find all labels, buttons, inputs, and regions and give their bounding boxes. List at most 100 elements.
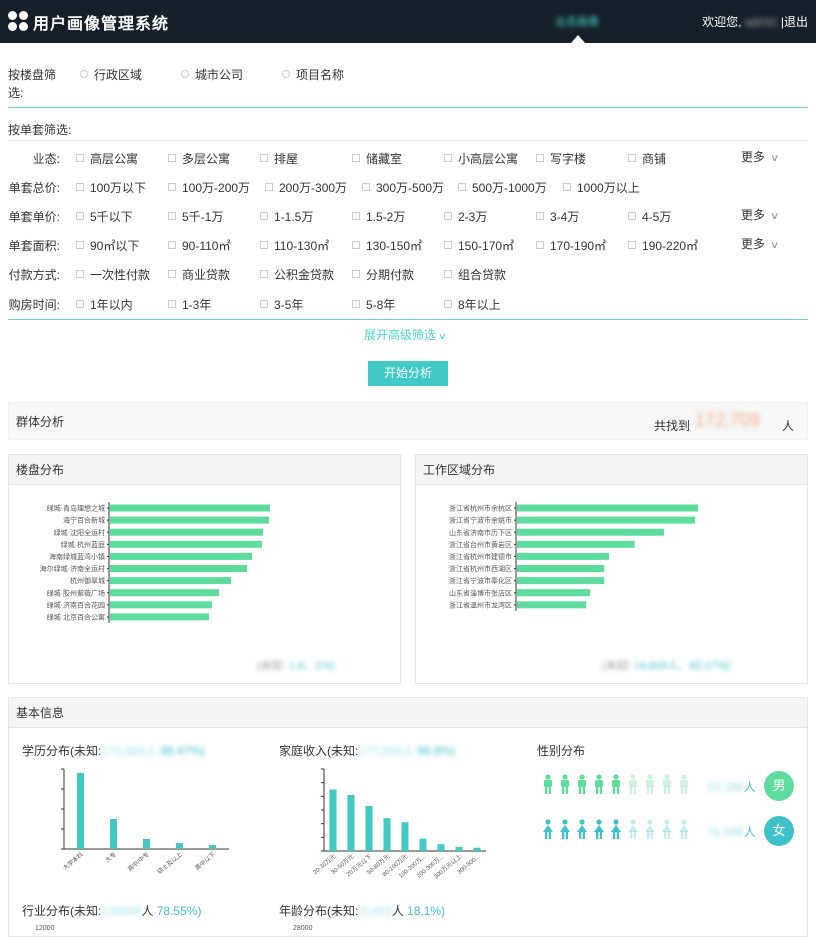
filter-checkbox[interactable]: 3-4万 [536,208,579,225]
filter-checkbox[interactable]: 排屋 [260,150,298,167]
checkbox-icon [168,300,176,308]
bar [517,516,696,524]
filter-checkbox[interactable]: 150-170㎡ [444,237,514,254]
tick-label: 浙江省台州市黄岩区 [449,540,512,549]
female-person-icon [594,819,604,839]
bar [517,589,590,597]
bar [110,589,219,597]
filter-unit-label: 按单套筛选: [8,123,72,137]
option-label: 1.5-2万 [366,210,406,224]
filter-checkbox[interactable]: 分期付款 [352,266,414,283]
checkbox-icon [444,241,452,249]
filter-checkbox[interactable]: 130-150㎡ [352,237,422,254]
filter-checkbox[interactable]: 商铺 [628,150,666,167]
filter-checkbox[interactable]: 商业贷款 [168,266,230,283]
nav-tab-active[interactable]: 业态画像 [555,13,599,29]
bar [365,805,373,851]
divider [8,140,808,141]
filter-checkbox[interactable]: 一次性付款 [76,266,150,283]
option-label: 多层公寓 [182,152,231,166]
more-options-toggle[interactable]: 更多 ∨ [741,148,779,165]
tick-label: 浙江省温州市龙湾区 [449,600,512,609]
bar [110,552,252,560]
filter-checkbox[interactable]: 170-190㎡ [536,237,606,254]
filter-checkbox[interactable]: 200万-300万 [265,179,347,196]
option-label: 150-170㎡ [458,239,515,253]
filter-checkbox[interactable]: 组合贷款 [444,266,506,283]
filter-checkbox[interactable]: 5千-1万 [168,208,223,225]
age-axis-label: 28000 [293,925,313,932]
filter-checkbox[interactable]: 5千以下 [76,208,133,225]
filter-checkbox[interactable]: 小高层公寓 [444,150,518,167]
filter-checkbox[interactable]: 190-220㎡ [628,237,698,254]
tick-label: 绿城·北京百合公寓 [47,612,105,621]
filter-checkbox[interactable]: 1-3年 [168,296,211,313]
edu-pct: 98.47%) [160,744,205,758]
group-analysis-bar: 群体分析 共找到 172,709 人 [8,402,808,440]
bar [110,613,209,621]
male-person-icon [544,774,552,794]
filter-checkbox[interactable]: 8年以上 [444,296,501,313]
filter-checkbox[interactable]: 90-110㎡ [168,237,230,254]
filter-checkbox[interactable]: 1-1.5万 [260,208,313,225]
filter-checkbox[interactable]: 4-5万 [628,208,671,225]
age-pct: 18.1%) [407,904,446,918]
male-stat: 53,186人 [707,778,756,795]
bar [110,819,117,849]
female-person-icon [543,819,553,839]
building-filter-option[interactable]: 城市公司 [181,66,243,83]
option-label: 4-5万 [642,210,672,224]
welcome-text: 欢迎您, [702,15,742,29]
checkbox-icon [76,300,84,308]
more-options-toggle[interactable]: 更多 ∨ [741,235,780,252]
female-icons-row [542,819,695,841]
start-analysis-button[interactable]: 开始分析 [368,361,448,386]
logout-link[interactable]: |退出 [781,15,808,29]
filter-checkbox[interactable]: 110-130㎡ [260,237,329,254]
checkbox-icon [168,154,176,162]
age-label-group: 年龄分布(未知:31463人 18.1%) [279,902,445,919]
option-label: 行政区域 [94,68,143,82]
checkbox-icon [260,241,268,249]
filter-checkbox[interactable]: 5-8年 [352,296,395,313]
top-bar: 用户画像管理系统 业态画像 欢迎您, admin |退出 [0,0,816,43]
checkbox-icon [168,212,176,220]
filter-checkbox[interactable]: 500万-1000万 [458,179,547,196]
option-label: 100万-200万 [182,181,251,195]
filter-checkbox[interactable]: 1000万以上 [563,179,640,196]
filter-checkbox[interactable]: 2-3万 [444,208,487,225]
chevron-down-icon: ∨ [769,240,780,251]
filter-checkbox[interactable]: 100万以下 [76,179,146,196]
footnote-value: 1.6、1%) [288,660,335,672]
building-filter-option[interactable]: 项目名称 [282,66,344,83]
filter-checkbox[interactable]: 90㎡以下 [76,237,139,254]
filter-row-label: 单套单价: [8,210,60,224]
filter-checkbox[interactable]: 1年以内 [76,296,133,313]
tick-label: 海南绿城蓝湾小镇 [49,552,105,561]
tick-label: 山东省淄博市张店区 [449,588,512,597]
more-options-toggle[interactable]: 更多 ∨ [741,206,779,223]
app-logo-icon [8,11,28,31]
filter-row-label: 单套总价: [8,181,60,195]
filter-checkbox[interactable]: 公积金贷款 [260,266,334,283]
bar [110,540,262,548]
building-filter-option[interactable]: 行政区域 [80,66,142,83]
tick-label: 绿城·济南百合花园 [47,600,105,609]
male-unit: 人 [743,780,756,794]
checkbox-icon [260,270,268,278]
option-label: 90㎡以下 [90,239,140,253]
filter-checkbox[interactable]: 300万-500万 [362,179,444,196]
filter-checkbox[interactable]: 1.5-2万 [352,208,405,225]
filter-checkbox[interactable]: 写字楼 [536,150,586,167]
filter-checkbox[interactable]: 储藏室 [352,150,402,167]
filter-checkbox[interactable]: 3-5年 [260,296,303,313]
filter-checkbox[interactable]: 100万-200万 [168,179,250,196]
checkbox-icon [76,270,84,278]
option-label: 5千-1万 [182,210,224,224]
footnote-label: (未知: [257,660,286,672]
filter-checkbox[interactable]: 高层公寓 [76,150,138,167]
building-distribution-panel: 楼盘分布 绿城·青岛理想之城 海宁百合新城 绿城·沈阳全运村 绿城·杭州蓝庭 海南绿城蓝… [8,454,401,684]
option-label: 300万-500万 [376,181,445,195]
filter-checkbox[interactable]: 多层公寓 [168,150,230,167]
expand-advanced-filter[interactable]: 展开高级筛选 ∨ [364,326,447,343]
